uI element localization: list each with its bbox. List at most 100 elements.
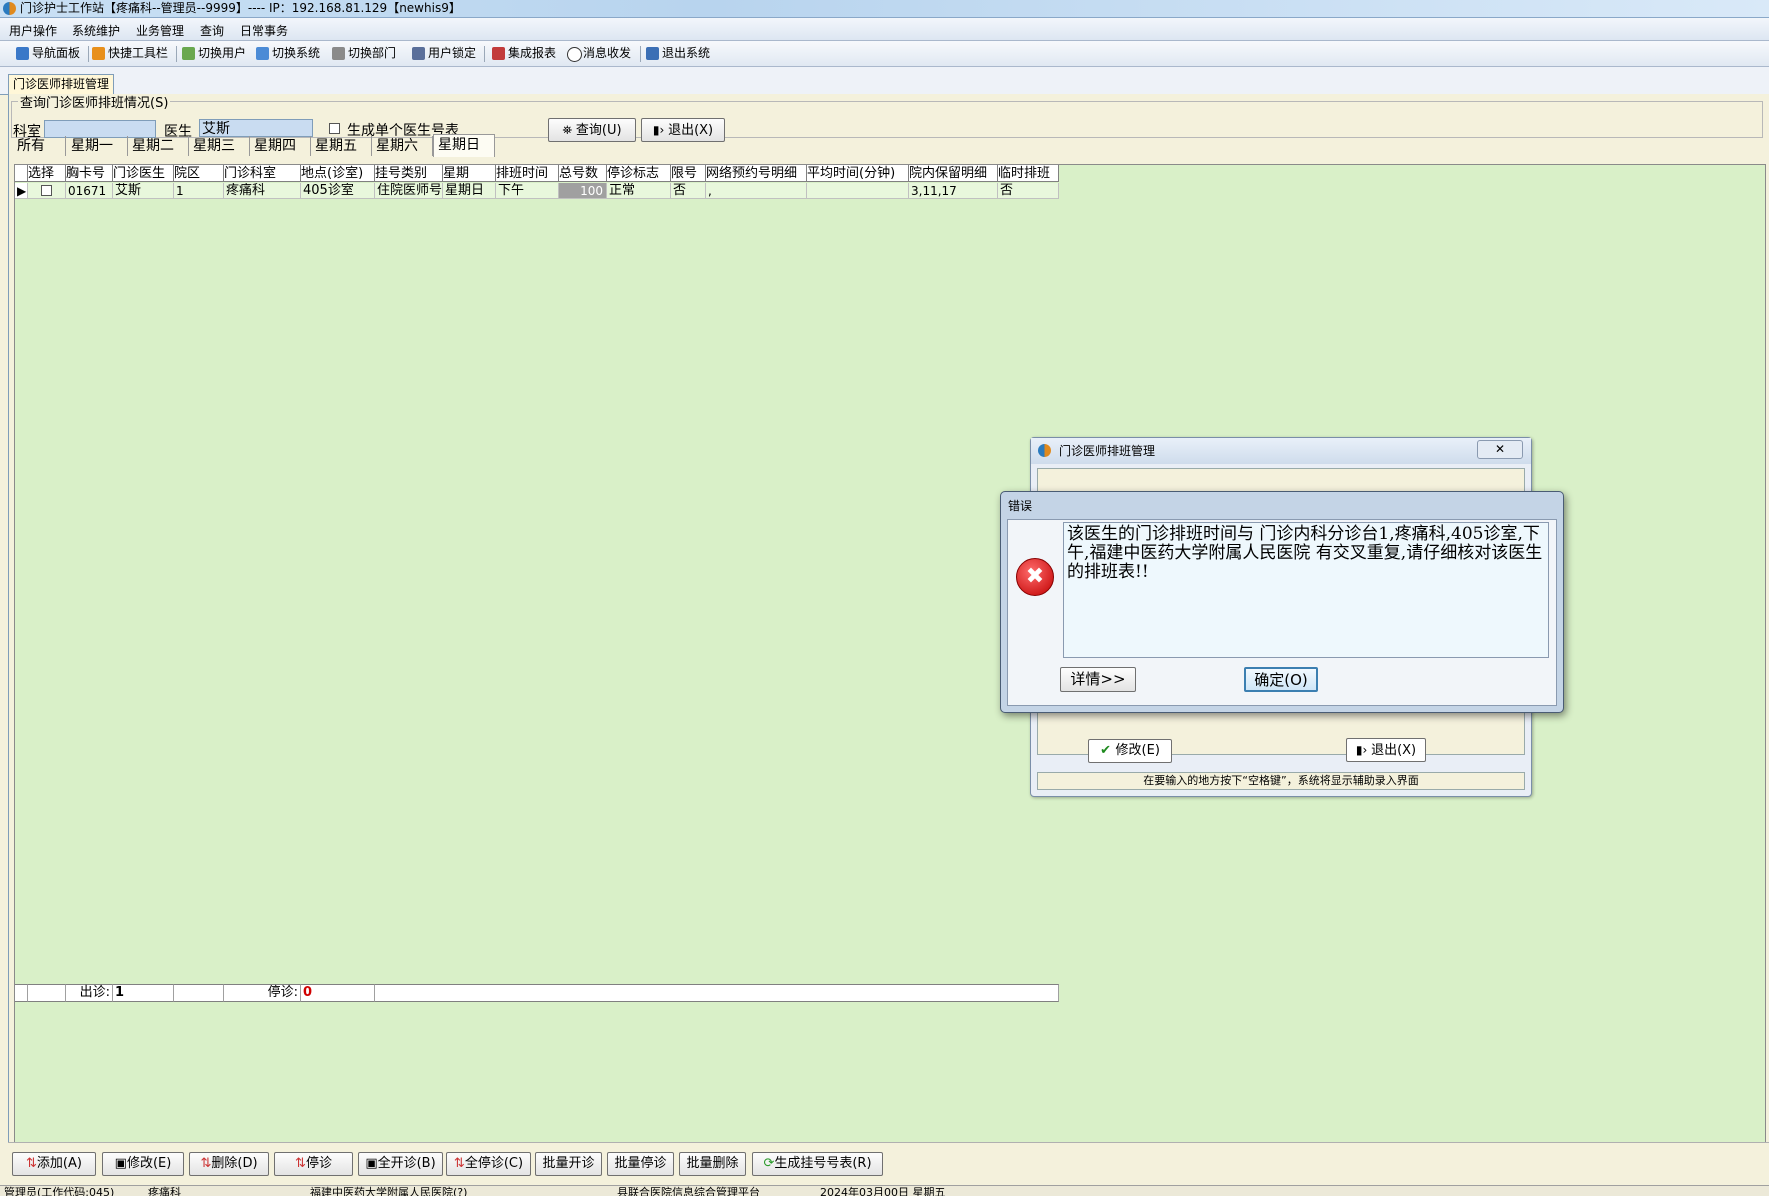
tab-friday[interactable]: 星期五 xyxy=(311,136,372,156)
cell-limit[interactable]: 否 xyxy=(671,183,706,199)
toolbar-quick-tools[interactable]: 快捷工具栏 xyxy=(92,45,168,62)
dialog-hint: 在要输入的地方按下“空格键”，系统将显示辅助录入界面 xyxy=(1037,772,1525,790)
delete-icon: ⇅ xyxy=(200,1156,212,1171)
toolbar-switch-system[interactable]: 切换系统 xyxy=(256,45,320,62)
cell-doctor[interactable]: 艾斯 xyxy=(113,183,174,199)
footer-stop-label: 停诊: xyxy=(224,984,301,1002)
tab-wednesday[interactable]: 星期三 xyxy=(189,136,250,156)
menu-user-ops[interactable]: 用户操作 xyxy=(9,22,57,39)
tab-all[interactable]: 所有 xyxy=(13,136,66,156)
schedule-edit-title: 门诊医师排班管理 xyxy=(1059,444,1156,458)
toolbar-switch-dept[interactable]: 切换部门 xyxy=(332,45,396,62)
nav-panel-icon xyxy=(16,47,29,60)
row-indicator[interactable]: ▶ xyxy=(15,183,28,199)
cell-total[interactable]: 100 xyxy=(559,183,607,199)
cell-avg-time[interactable] xyxy=(807,183,909,199)
cell-stop-flag[interactable]: 正常 xyxy=(607,183,671,199)
cell-campus[interactable]: 1 xyxy=(174,183,224,199)
batch-delete-button[interactable]: 批量删除 xyxy=(679,1152,746,1176)
add-button[interactable]: ⇅添加(A) xyxy=(12,1152,96,1176)
col-weekday[interactable]: 星期 xyxy=(443,165,496,182)
open-all-button[interactable]: ▣全开诊(B) xyxy=(358,1152,443,1176)
toolbar-messages[interactable]: 消息收发 xyxy=(567,45,631,62)
ok-button[interactable]: 确定(O) xyxy=(1244,667,1318,692)
row-select-checkbox[interactable] xyxy=(41,185,52,196)
col-avg-time[interactable]: 平均时间(分钟) xyxy=(807,165,909,182)
toolbar-reports[interactable]: 集成报表 xyxy=(492,45,556,62)
toolbar-switch-user[interactable]: 切换用户 xyxy=(182,45,246,62)
cell-weekday[interactable]: 星期日 xyxy=(443,183,496,199)
details-button[interactable]: 详情>> xyxy=(1060,667,1136,692)
exit-icon xyxy=(646,47,659,60)
action-bar: ⇅添加(A) ▣修改(E) ⇅删除(D) ⇅停诊 ▣全开诊(B) ⇅全停诊(C)… xyxy=(8,1142,1769,1176)
col-reserve-detail[interactable]: 院内保留明细 xyxy=(909,165,998,182)
edit-icon: ▣ xyxy=(114,1156,127,1171)
error-icon: ✖ xyxy=(1016,558,1054,596)
binoculars-icon: ⛯ xyxy=(562,123,576,137)
tab-saturday[interactable]: 星期六 xyxy=(372,136,433,156)
menu-business[interactable]: 业务管理 xyxy=(136,22,184,39)
dialog-edit-button[interactable]: ✔ 修改(E) xyxy=(1088,739,1172,763)
doctor-input[interactable]: 艾斯 xyxy=(199,119,313,137)
tab-strip: 门诊医师排班管理 xyxy=(0,67,1769,95)
col-stop-flag[interactable]: 停诊标志 xyxy=(607,165,671,182)
add-icon: ⇅ xyxy=(26,1156,37,1171)
col-select[interactable]: 选择 xyxy=(28,165,66,182)
generate-table-button[interactable]: ⟳生成挂号号表(R) xyxy=(752,1152,883,1176)
footer-out-value: 1 xyxy=(113,984,174,1002)
toolbar-user-lock[interactable]: 用户锁定 xyxy=(412,45,476,62)
batch-stop-button[interactable]: 批量停诊 xyxy=(607,1152,674,1176)
edit-button[interactable]: ▣修改(E) xyxy=(102,1152,184,1176)
info-icon xyxy=(567,47,582,62)
menu-query[interactable]: 查询 xyxy=(200,22,224,39)
reports-icon xyxy=(492,47,505,60)
footer-fill xyxy=(375,984,1059,1002)
cell-reserve-detail[interactable]: 3,11,17 xyxy=(909,183,998,199)
cell-online-detail[interactable]: , xyxy=(706,183,807,199)
tab-thursday[interactable]: 星期四 xyxy=(250,136,311,156)
cell-temp[interactable]: 否 xyxy=(998,183,1059,199)
cell-shift[interactable]: 下午 xyxy=(496,183,559,199)
dialog-exit-button[interactable]: ▮› 退出(X) xyxy=(1346,738,1426,762)
error-dialog-body: ✖ 该医生的门诊排班时间与 门诊内科分诊台1,疼痛科,405诊室,下午,福建中医… xyxy=(1007,519,1557,706)
close-icon[interactable]: ✕ xyxy=(1477,440,1523,459)
footer-cell-blank xyxy=(28,984,66,1002)
query-legend: 查询门诊医师排班情况(S) xyxy=(20,96,169,111)
single-doctor-checkbox[interactable] xyxy=(329,123,340,134)
footer-out-label: 出诊: xyxy=(66,984,113,1002)
footer-cell-blank2 xyxy=(174,984,224,1002)
col-reg-type[interactable]: 挂号类别 xyxy=(375,165,443,182)
delete-button[interactable]: ⇅删除(D) xyxy=(189,1152,269,1176)
cell-reg-type[interactable]: 住院医师号 xyxy=(375,183,443,199)
col-online-detail[interactable]: 网络预约号明细 xyxy=(706,165,807,182)
col-limit[interactable]: 限号 xyxy=(671,165,706,182)
tab-sunday[interactable]: 星期日 xyxy=(433,134,495,157)
quick-tools-icon xyxy=(92,47,105,60)
col-campus[interactable]: 院区 xyxy=(174,165,224,182)
cell-room[interactable]: 405诊室 xyxy=(301,183,375,199)
toolbar-exit[interactable]: 退出系统 xyxy=(646,45,710,62)
refresh-icon: ⟳ xyxy=(763,1156,775,1171)
menu-daily[interactable]: 日常事务 xyxy=(240,22,288,39)
col-card-no[interactable]: 胸卡号 xyxy=(66,165,113,182)
col-doctor[interactable]: 门诊医生 xyxy=(113,165,174,182)
col-total[interactable]: 总号数 xyxy=(559,165,607,182)
tab-monday[interactable]: 星期一 xyxy=(67,136,128,156)
menu-bar: 用户操作 系统维护 业务管理 查询 日常事务 xyxy=(0,18,1769,41)
col-shift[interactable]: 排班时间 xyxy=(496,165,559,182)
col-room[interactable]: 地点(诊室) xyxy=(301,165,375,182)
batch-open-button[interactable]: 批量开诊 xyxy=(535,1152,602,1176)
tab-tuesday[interactable]: 星期二 xyxy=(128,136,189,156)
col-dept[interactable]: 门诊科室 xyxy=(224,165,301,182)
status-platform: 县联合医院信息综合管理平台 xyxy=(617,1186,760,1196)
col-temp[interactable]: 临时排班 xyxy=(998,165,1059,182)
menu-system[interactable]: 系统维护 xyxy=(72,22,120,39)
toolbar-nav-panel[interactable]: 导航面板 xyxy=(16,45,80,62)
cell-dept[interactable]: 疼痛科 xyxy=(224,183,301,199)
check-icon: ✔ xyxy=(1100,743,1116,758)
cell-card-no[interactable]: 01671 xyxy=(66,183,113,199)
footer-stop-value: 0 xyxy=(301,984,375,1002)
stop-clinic-button[interactable]: ⇅停诊 xyxy=(274,1152,353,1176)
stop-all-button[interactable]: ⇅全停诊(C) xyxy=(446,1152,531,1176)
table-row-select[interactable] xyxy=(28,183,66,199)
